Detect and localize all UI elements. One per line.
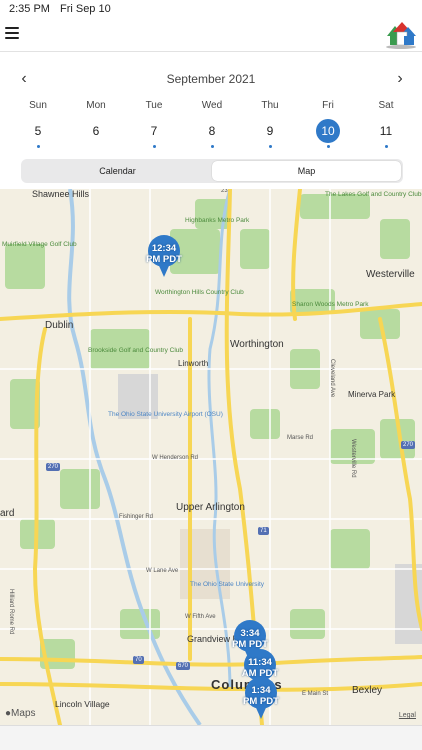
pin-time: 12:34 [151, 243, 177, 254]
map-label-fishinger-rd: Fishinger Rd [119, 514, 154, 520]
map-label-lincoln-village: Lincoln Village [55, 699, 110, 709]
interstate-71-shield: 71 [258, 527, 269, 535]
tab-map[interactable]: Map [212, 161, 401, 181]
day-name: Fri [322, 100, 334, 111]
map-label-hilliard-rome-rd: Hilliard Rome Rd [8, 589, 14, 635]
maps-logo-text: Maps [11, 708, 36, 719]
event-dot [152, 145, 156, 148]
day-wed[interactable]: Wed 8 [192, 100, 232, 148]
day-number-selected[interactable]: 10 [316, 119, 340, 143]
map-label-e-main: E Main St [302, 691, 329, 697]
map-label-w-lane-ave: W Lane Ave [146, 568, 179, 574]
map-label-hilliard: ard [0, 508, 15, 519]
map-label-minerva-park: Minerva Park [348, 390, 396, 399]
day-number[interactable]: 5 [26, 119, 50, 143]
map-label-worthington: Worthington [230, 339, 284, 350]
day-fri[interactable]: Fri 10 [308, 100, 348, 148]
house-logo-icon[interactable] [384, 20, 418, 50]
map-base [0, 189, 422, 725]
map-label-brookside: Brookside Golf and Country Club [88, 347, 184, 354]
day-sat[interactable]: Sat 11 [366, 100, 406, 148]
tab-calendar[interactable]: Calendar [23, 161, 212, 181]
interstate-670-shield: 670 [176, 662, 191, 670]
day-number[interactable]: 6 [84, 119, 108, 143]
interstate-270-east-shield: 270 [401, 441, 416, 449]
pin-time: 11:34 [248, 657, 272, 668]
status-date: Fri Sep 10 [59, 3, 111, 15]
map-pin-label: 11:34 AM PDT [238, 657, 282, 679]
event-dot [210, 145, 214, 148]
week-strip: Sun 5 Mon 6 Tue 7 Wed 8 Thu 9 Fri 10 Sat 11 [0, 100, 422, 148]
map-label-upper-arlington: Upper Arlington [176, 502, 245, 513]
map-label-fifth-ave: W Fifth Ave [185, 614, 216, 620]
day-number[interactable]: 8 [200, 119, 224, 143]
status-time: 2:35 PM [9, 3, 50, 15]
map-pin-label: 12:34 PM PDT [142, 243, 186, 265]
map-label-lakes-golf: The Lakes Golf and Country Club [325, 191, 422, 198]
day-name: Sun [29, 100, 47, 111]
map-label-shawnee-hills: Shawnee Hills [32, 189, 90, 199]
map-label-sharon-woods: Sharon Woods Metro Park [292, 301, 369, 308]
map-label-worthington-hills: Worthington Hills Country Club [155, 289, 244, 296]
map-label-muirfield: Muirfield Village Golf Club [2, 241, 77, 248]
view-segmented-control: Calendar Map [21, 159, 403, 183]
day-name: Tue [145, 100, 163, 111]
pin-zone: PM PDT [243, 696, 279, 707]
chevron-right-icon[interactable]: › [390, 69, 410, 89]
day-name: Thu [261, 100, 279, 111]
day-name: Sat [378, 100, 394, 111]
map-pin-event[interactable]: 12:34 PM PDT [146, 235, 182, 279]
event-dot [384, 145, 388, 148]
map-label-westerville: Westerville [366, 269, 415, 280]
map-label-marse-rd: Marse Rd [287, 435, 314, 441]
day-number[interactable]: 9 [258, 119, 282, 143]
map-label-highbanks: Highbanks Metro Park [185, 217, 250, 224]
route-23-shield: 23 [221, 189, 228, 194]
legal-link[interactable]: Legal [399, 712, 416, 719]
map-pin-label: 1:34 PM PDT [239, 685, 283, 707]
pin-time: 1:34 [251, 685, 271, 696]
day-tue[interactable]: Tue 7 [134, 100, 174, 148]
interstate-270-west-shield: 270 [46, 463, 61, 471]
event-dot [326, 145, 330, 148]
day-name: Wed [201, 100, 223, 111]
pin-time: 3:34 [240, 628, 260, 639]
top-bar [0, 18, 422, 52]
map-label-airport: The Ohio State University Airport (OSU) [108, 411, 223, 418]
map-label-bexley: Bexley [352, 685, 383, 696]
interstate-70-shield: 70 [133, 656, 144, 664]
map-label-dublin: Dublin [45, 320, 74, 331]
event-dot [268, 145, 272, 148]
day-number[interactable]: 7 [142, 119, 166, 143]
map-label-osu: The Ohio State University [190, 581, 265, 588]
map-label-henderson-rd: W Henderson Rd [152, 455, 199, 461]
bottom-bar [0, 725, 422, 750]
day-sun[interactable]: Sun 5 [18, 100, 58, 148]
day-name: Mon [86, 100, 106, 111]
day-number[interactable]: 11 [374, 119, 398, 143]
hamburger-menu-icon[interactable] [5, 27, 19, 39]
map-view[interactable]: Shawnee Hills 23 Highbanks Metro Park Th… [0, 189, 422, 725]
map-label-westerville-rd: Westerville Rd [350, 439, 356, 478]
map-label-cleveland-ave: Cleveland Ave [329, 359, 335, 398]
month-navigator: ‹ September 2021 › [0, 66, 422, 92]
pin-zone: PM PDT [146, 254, 182, 265]
day-thu[interactable]: Thu 9 [250, 100, 290, 148]
map-label-linworth: Linworth [178, 359, 209, 368]
apple-maps-logo: ●Maps [5, 708, 36, 719]
event-dot [36, 145, 40, 148]
day-mon[interactable]: Mon 6 [76, 100, 116, 143]
month-title: September 2021 [166, 72, 256, 86]
status-bar: 2:35 PM Fri Sep 10 [0, 0, 422, 18]
map-pin-label: 3:34 PM PDT [228, 628, 272, 650]
map-pin-event[interactable]: 1:34 PM PDT [243, 677, 279, 721]
